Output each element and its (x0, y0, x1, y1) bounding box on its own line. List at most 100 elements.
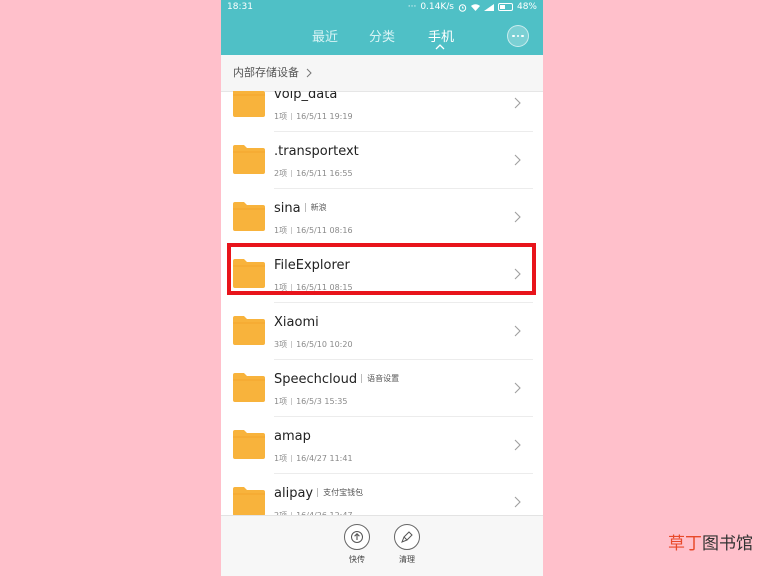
meta-divider (291, 455, 293, 462)
brush-icon (394, 524, 420, 550)
folder-tag: 语音设置 (361, 374, 400, 383)
meta-divider (291, 398, 293, 405)
folder-meta: 1项 16/5/11 19:19 (274, 111, 353, 122)
folder-meta: 1项 16/5/11 08:16 (274, 225, 353, 236)
network-speed: 0.14K/s (420, 2, 454, 12)
file-list: volp_data 1项 16/5/11 19:19 .transportext 2项 1… (221, 91, 543, 515)
share-arrow-icon (344, 524, 370, 550)
folder-date: 16/4/27 11:41 (296, 454, 353, 463)
folder-date: 16/5/11 16:55 (296, 169, 353, 178)
meta-divider (291, 284, 293, 291)
folder-icon (233, 145, 265, 174)
battery-icon (497, 3, 513, 11)
folder-name: Xiaomi (274, 315, 319, 330)
app-header: 18:31 ··· 0.14K/s 48% 最近 分类 手机 (221, 0, 543, 55)
folder-date: 16/5/10 10:20 (296, 340, 353, 349)
meta-divider (291, 113, 293, 120)
folder-icon (233, 430, 265, 459)
folder-row[interactable]: Xiaomi 3项 16/5/10 10:20 (221, 303, 543, 360)
status-icons: ··· 0.14K/s 48% (408, 0, 537, 14)
chevron-right-icon (514, 496, 521, 508)
watermark: 草丁图书馆 (668, 529, 753, 554)
bottom-action-bar: 快传 清理 (221, 515, 543, 576)
folder-icon (233, 373, 265, 402)
folder-name: alipay 支付宝钱包 (274, 486, 364, 501)
folder-name: volp_data (274, 91, 337, 102)
folder-name-text: sina (274, 201, 301, 216)
folder-row[interactable]: FileExplorer 1项 16/5/11 08:15 (221, 246, 543, 303)
folder-item-count: 1项 (274, 226, 288, 235)
wifi-icon (470, 3, 480, 11)
chevron-right-icon (514, 211, 521, 223)
chevron-right-icon (514, 439, 521, 451)
folder-meta: 3项 16/5/10 10:20 (274, 339, 353, 350)
folder-name-text: Xiaomi (274, 315, 319, 330)
more-options-button[interactable] (507, 25, 529, 47)
folder-name: amap (274, 429, 311, 444)
chevron-right-icon (514, 325, 521, 337)
folder-name-text: volp_data (274, 91, 338, 102)
status-time: 18:31 (227, 2, 253, 12)
folder-date: 16/5/11 08:16 (296, 226, 353, 235)
tab-bar: 最近 分类 手机 (221, 22, 543, 50)
folder-name-text: FileExplorer (274, 258, 350, 273)
folder-name: sina 新浪 (274, 201, 327, 216)
folder-name-text: .transportext (274, 144, 359, 159)
quick-transfer-button[interactable]: 快传 (342, 524, 372, 565)
breadcrumb: 内部存储设备 (221, 55, 543, 92)
folder-name-text: amap (274, 429, 311, 444)
folder-name: .transportext (274, 144, 359, 159)
dots-icon: ··· (407, 2, 417, 12)
folder-row[interactable]: alipay支付宝钱包2项16/4/26 12:47 (221, 474, 543, 515)
folder-meta: 2项 16/5/11 16:55 (274, 168, 353, 179)
chevron-right-icon (514, 97, 521, 109)
watermark-part2: 图书馆 (702, 534, 753, 554)
folder-item-count: 1项 (274, 283, 288, 292)
folder-name-text: alipay (274, 486, 314, 501)
folder-icon (233, 316, 265, 345)
folder-icon (233, 202, 265, 231)
chevron-up-icon (435, 44, 445, 50)
phone-screen: 18:31 ··· 0.14K/s 48% 最近 分类 手机 内部存储设备 vo… (221, 0, 543, 576)
clean-label: 清理 (399, 555, 415, 564)
folder-meta: 1项 16/4/27 11:41 (274, 453, 353, 464)
folder-item-count: 1项 (274, 112, 288, 121)
chevron-right-icon (514, 268, 521, 280)
more-dot (516, 34, 520, 38)
more-dot (521, 34, 524, 38)
tab-phone[interactable]: 手机 (428, 26, 454, 45)
clean-button[interactable]: 清理 (392, 524, 422, 565)
chevron-right-icon (306, 68, 312, 78)
folder-item-count: 1项 (274, 454, 288, 463)
meta-divider (291, 170, 293, 177)
folder-row[interactable]: amap 1项 16/4/27 11:41 (221, 417, 543, 474)
folder-row[interactable]: .transportext 2项 16/5/11 16:55 (221, 132, 543, 189)
folder-name-text: Speechcloud (274, 372, 358, 387)
folder-row[interactable]: Speechcloud 语音设置 1项 16/5/3 15:35 (221, 360, 543, 417)
folder-name: Speechcloud 语音设置 (274, 372, 400, 387)
folder-row[interactable]: sina 新浪 1项 16/5/11 08:16 (221, 189, 543, 246)
folder-tag: 新浪 (304, 203, 327, 212)
quick-transfer-label: 快传 (349, 555, 365, 564)
tab-category[interactable]: 分类 (369, 26, 395, 45)
signal-icon (483, 3, 494, 11)
status-bar: 18:31 ··· 0.14K/s 48% (221, 0, 543, 14)
chevron-right-icon (514, 382, 521, 394)
folder-date: 16/5/11 08:15 (296, 283, 353, 292)
folder-tag: 支付宝钱包 (317, 488, 364, 497)
folder-date: 16/5/11 19:19 (296, 112, 353, 121)
tab-recent[interactable]: 最近 (312, 26, 338, 45)
folder-meta: 1项 16/5/11 08:15 (274, 282, 353, 293)
meta-divider (291, 227, 293, 234)
folder-row[interactable]: volp_data 1项 16/5/11 19:19 (221, 91, 543, 132)
folder-name: FileExplorer (274, 258, 350, 273)
folder-icon (233, 487, 265, 515)
folder-item-count: 3项 (274, 340, 288, 349)
breadcrumb-internal-storage[interactable]: 内部存储设备 (233, 55, 299, 91)
folder-item-count: 1项 (274, 397, 288, 406)
more-dots-icon (512, 34, 515, 38)
meta-divider (291, 341, 293, 348)
watermark-part1: 草丁 (668, 534, 702, 554)
alarm-icon (458, 3, 467, 12)
folder-item-count: 2项 (274, 169, 288, 178)
